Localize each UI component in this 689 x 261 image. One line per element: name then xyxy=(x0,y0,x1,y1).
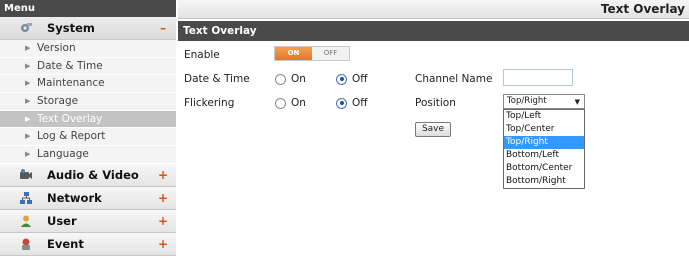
collapse-icon[interactable]: – xyxy=(156,21,170,35)
sidebar-item-label: Date & Time xyxy=(37,59,103,72)
arrow-right-icon: ▶ xyxy=(25,61,31,70)
category-event[interactable]: Event + xyxy=(0,232,176,256)
expand-icon[interactable]: + xyxy=(156,168,170,182)
flickering-on-radio[interactable]: On xyxy=(275,97,306,109)
position-option[interactable]: Bottom/Left xyxy=(504,149,584,162)
section-title: Text Overlay xyxy=(178,21,689,41)
arrow-right-icon: ▶ xyxy=(25,114,31,123)
sidebar-item-language[interactable]: ▶ Language xyxy=(0,146,176,164)
position-option[interactable]: Bottom/Center xyxy=(504,162,584,175)
gear-icon xyxy=(19,21,33,35)
radio-label: On xyxy=(291,73,306,85)
user-icon xyxy=(19,214,33,228)
sidebar-item-label: Storage xyxy=(37,95,79,108)
arrow-right-icon: ▶ xyxy=(25,97,31,106)
radio-selected-icon xyxy=(336,73,347,85)
expand-icon[interactable]: + xyxy=(156,191,170,205)
flickering-label: Flickering xyxy=(184,97,235,109)
date-time-label: Date & Time xyxy=(184,73,250,85)
radio-icon xyxy=(275,97,286,109)
radio-label: Off xyxy=(352,97,368,109)
main-panel: Text Overlay Text Overlay Enable ON OFF … xyxy=(178,0,689,261)
radio-label: On xyxy=(291,97,306,109)
page-title: Text Overlay xyxy=(178,0,689,19)
sidebar-item-label: Version xyxy=(37,42,76,54)
position-label: Position xyxy=(415,97,456,109)
category-system[interactable]: System – xyxy=(0,17,176,40)
network-icon xyxy=(19,191,33,205)
enable-label: Enable xyxy=(184,49,220,61)
expand-icon[interactable]: + xyxy=(156,237,170,251)
sidebar-item-version[interactable]: ▶ Version xyxy=(0,40,176,58)
sidebar-item-label: Text Overlay xyxy=(37,112,103,125)
flickering-row: Flickering On Off Position Top/Right ▼ xyxy=(178,91,689,115)
arrow-right-icon: ▶ xyxy=(25,44,31,52)
position-option[interactable]: Top/Left xyxy=(504,110,584,123)
sidebar-item-label: Maintenance xyxy=(37,77,105,90)
date-time-on-radio[interactable]: On xyxy=(275,73,306,85)
channel-name-input[interactable] xyxy=(503,69,573,86)
arrow-right-icon: ▶ xyxy=(25,150,31,159)
category-network[interactable]: Network + xyxy=(0,186,176,210)
position-option[interactable]: Top/Center xyxy=(504,123,584,136)
category-label: Network xyxy=(47,190,102,205)
sidebar-item-log-report[interactable]: ▶ Log & Report xyxy=(0,128,176,147)
sidebar-item-date-time[interactable]: ▶ Date & Time xyxy=(0,57,176,76)
date-time-off-radio[interactable]: Off xyxy=(336,73,368,85)
category-label: Audio & Video xyxy=(47,167,139,182)
sidebar-item-label: Log & Report xyxy=(37,130,106,143)
position-selected-value: Top/Right xyxy=(507,96,547,106)
radio-label: Off xyxy=(352,73,368,85)
sidebar: Menu System – ▶ Version ▶ Date & Time ▶ Mai… xyxy=(0,0,176,261)
sidebar-item-text-overlay[interactable]: ▶ Text Overlay xyxy=(0,110,176,129)
arrow-right-icon: ▶ xyxy=(25,132,31,141)
save-button[interactable]: Save xyxy=(415,122,451,137)
arrow-right-icon: ▶ xyxy=(25,79,31,88)
camera-icon xyxy=(19,168,33,182)
enable-toggle[interactable]: ON OFF xyxy=(274,46,350,61)
category-label: Event xyxy=(47,236,84,251)
date-time-row: Date & Time On Off Channel Name xyxy=(178,67,689,91)
position-option-selected[interactable]: Top/Right xyxy=(504,136,584,149)
channel-name-label: Channel Name xyxy=(415,73,493,85)
category-label: System xyxy=(47,21,95,35)
position-select[interactable]: Top/Right ▼ xyxy=(503,94,585,109)
menu-title: Menu xyxy=(0,0,176,17)
sidebar-item-storage[interactable]: ▶ Storage xyxy=(0,93,176,111)
radio-selected-icon xyxy=(336,97,347,109)
position-option[interactable]: Bottom/Right xyxy=(504,175,584,188)
category-audio-video[interactable]: Audio & Video + xyxy=(0,163,176,187)
enable-row: Enable ON OFF xyxy=(178,43,689,67)
radio-icon xyxy=(275,73,286,85)
position-dropdown-list: Top/Left Top/Center Top/Right Bottom/Lef… xyxy=(503,109,585,189)
flickering-off-radio[interactable]: Off xyxy=(336,97,368,109)
event-icon xyxy=(19,237,33,251)
toggle-off[interactable]: OFF xyxy=(312,47,349,60)
toggle-on[interactable]: ON xyxy=(275,47,312,60)
expand-icon[interactable]: + xyxy=(156,214,170,228)
category-user[interactable]: User + xyxy=(0,209,176,233)
sidebar-item-label: Language xyxy=(37,148,89,161)
chevron-down-icon: ▼ xyxy=(574,98,580,106)
category-label: User xyxy=(47,213,77,228)
sidebar-item-maintenance[interactable]: ▶ Maintenance xyxy=(0,75,176,94)
